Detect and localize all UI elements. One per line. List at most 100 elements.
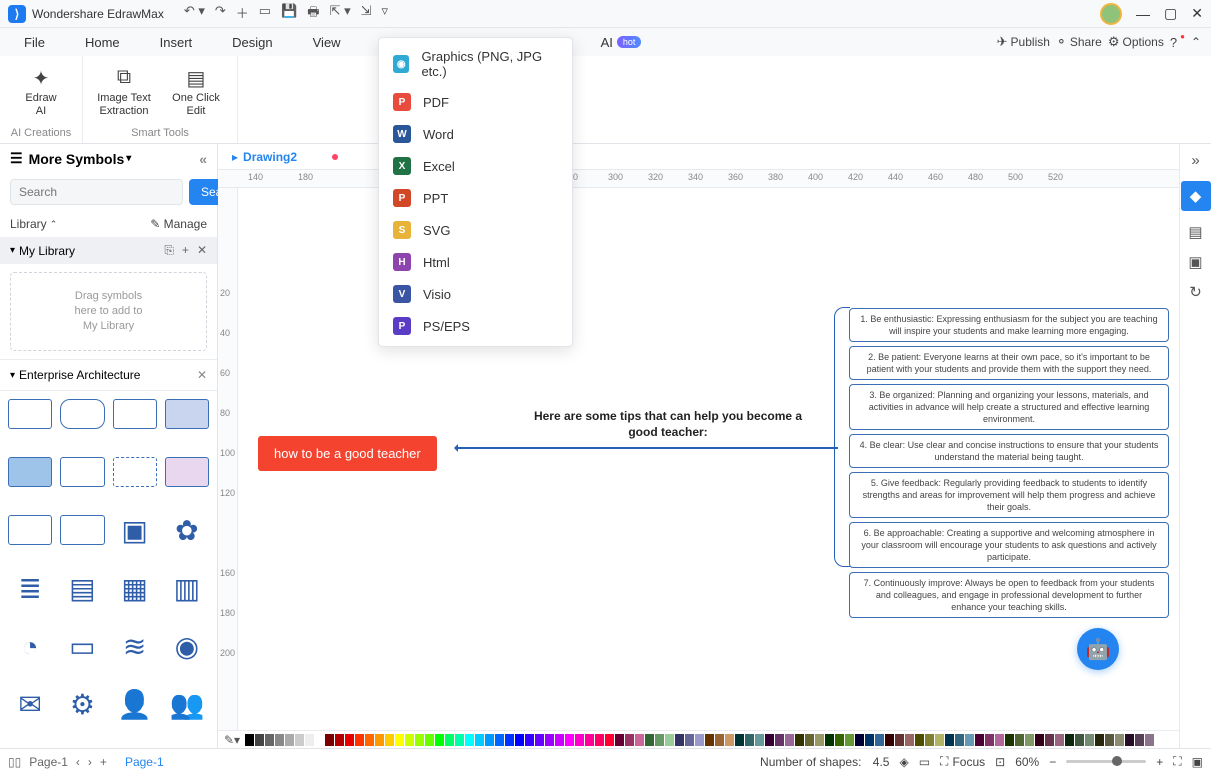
shape-item[interactable]: ▥	[165, 573, 209, 603]
export-excel[interactable]: XExcel	[379, 150, 572, 182]
color-swatch[interactable]	[525, 734, 534, 746]
color-swatch[interactable]	[845, 734, 854, 746]
color-swatch[interactable]	[665, 734, 674, 746]
export-pdf[interactable]: PPDF	[379, 86, 572, 118]
color-swatch[interactable]	[1075, 734, 1084, 746]
color-swatch[interactable]	[415, 734, 424, 746]
close-lib-icon[interactable]: ✕	[197, 243, 207, 258]
export-ppt[interactable]: PPPT	[379, 182, 572, 214]
color-swatch[interactable]	[535, 734, 544, 746]
color-swatch[interactable]	[335, 734, 344, 746]
tip-node[interactable]: 2. Be patient: Everyone learns at their …	[849, 346, 1169, 380]
color-swatch[interactable]	[865, 734, 874, 746]
menu-icon[interactable]: ☰	[10, 150, 23, 167]
shape-item[interactable]: 👥	[165, 690, 209, 720]
ai-assistant-bubble[interactable]: 🤖	[1077, 628, 1119, 670]
mindmap-center-text[interactable]: Here are some tips that can help you bec…	[518, 408, 818, 440]
color-swatch[interactable]	[585, 734, 594, 746]
menu-home[interactable]: Home	[65, 35, 140, 50]
color-swatch[interactable]	[795, 734, 804, 746]
export-graphics[interactable]: ◉Graphics (PNG, JPG etc.)	[379, 42, 572, 86]
color-swatch[interactable]	[1015, 734, 1024, 746]
color-swatch[interactable]	[405, 734, 414, 746]
color-swatch[interactable]	[955, 734, 964, 746]
zoom-slider[interactable]	[1066, 760, 1146, 763]
color-swatch[interactable]	[1035, 734, 1044, 746]
shape-item[interactable]: ▤	[60, 573, 104, 603]
color-swatch[interactable]	[1085, 734, 1094, 746]
color-swatch[interactable]	[835, 734, 844, 746]
color-swatch[interactable]	[1105, 734, 1114, 746]
menu-file[interactable]: File	[4, 35, 65, 50]
zoom-value[interactable]: 60%	[1015, 755, 1039, 769]
canvas[interactable]: 20 40 60 80 100 120 160 180 200 how to b…	[218, 188, 1179, 730]
shape-item[interactable]	[60, 457, 104, 487]
edraw-ai-button[interactable]: ✦ Edraw AI	[8, 60, 74, 125]
shape-item[interactable]: ▦	[113, 573, 157, 603]
import-icon[interactable]: ⇲	[361, 3, 372, 25]
zoom-in-icon[interactable]: +	[1156, 755, 1163, 769]
fit-icon[interactable]: ⊡	[995, 755, 1005, 769]
shape-item[interactable]: ≋	[113, 632, 157, 662]
color-swatch[interactable]	[515, 734, 524, 746]
color-swatch[interactable]	[315, 734, 324, 746]
presentation-icon[interactable]: ▭	[919, 755, 930, 769]
color-swatch[interactable]	[595, 734, 604, 746]
color-swatch[interactable]	[495, 734, 504, 746]
color-swatch[interactable]	[565, 734, 574, 746]
eyedropper-icon[interactable]: ✎▾	[224, 733, 240, 747]
help-button[interactable]: ?●	[1170, 35, 1185, 50]
open-icon[interactable]: ▭	[259, 3, 271, 25]
page-indicator[interactable]: Page-1	[125, 755, 164, 769]
shape-item[interactable]	[165, 457, 209, 487]
focus-button[interactable]: ⛶Focus	[940, 754, 985, 769]
color-swatch[interactable]	[945, 734, 954, 746]
color-swatch[interactable]	[465, 734, 474, 746]
color-swatch[interactable]	[925, 734, 934, 746]
page-add-icon[interactable]: +	[100, 755, 107, 769]
shape-item[interactable]	[8, 399, 52, 429]
export-svg[interactable]: SSVG	[379, 214, 572, 246]
color-swatch[interactable]	[435, 734, 444, 746]
more-symbols-label[interactable]: More Symbols	[29, 151, 125, 167]
collapse-ribbon-icon[interactable]: ⌃	[1191, 35, 1201, 49]
menu-design[interactable]: Design	[212, 35, 292, 50]
new-icon[interactable]: ＋	[236, 3, 249, 25]
export-pseps[interactable]: PPS/EPS	[379, 310, 572, 342]
menu-view[interactable]: View	[293, 35, 361, 50]
color-swatch[interactable]	[475, 734, 484, 746]
shape-item[interactable]: ⚙	[60, 690, 104, 720]
user-avatar[interactable]	[1100, 3, 1122, 25]
tip-node[interactable]: 3. Be organized: Planning and organizing…	[849, 384, 1169, 430]
shape-item[interactable]: ◉	[165, 632, 209, 662]
color-swatch[interactable]	[575, 734, 584, 746]
color-swatch[interactable]	[365, 734, 374, 746]
color-swatch[interactable]	[975, 734, 984, 746]
color-swatch[interactable]	[385, 734, 394, 746]
history-panel-icon[interactable]: ↻	[1189, 283, 1202, 301]
color-swatch[interactable]	[1135, 734, 1144, 746]
export-word[interactable]: WWord	[379, 118, 572, 150]
color-swatch[interactable]	[995, 734, 1004, 746]
layers-icon[interactable]: ◈	[899, 755, 908, 769]
shape-item[interactable]	[113, 457, 157, 487]
shape-item[interactable]: 👤	[113, 690, 157, 720]
fullscreen-icon[interactable]: ⛶	[1173, 754, 1181, 769]
enterprise-architecture-section[interactable]: ▾Enterprise Architecture ✕	[0, 359, 217, 391]
color-swatch[interactable]	[1125, 734, 1134, 746]
tip-node[interactable]: 6. Be approachable: Creating a supportiv…	[849, 522, 1169, 568]
color-swatch[interactable]	[985, 734, 994, 746]
color-swatch[interactable]	[705, 734, 714, 746]
my-library-section[interactable]: ▾My Library ⎘ + ✕	[0, 237, 217, 264]
color-swatch[interactable]	[715, 734, 724, 746]
add-lib-icon[interactable]: +	[182, 243, 189, 258]
color-swatch[interactable]	[265, 734, 274, 746]
color-swatch[interactable]	[1095, 734, 1104, 746]
import-lib-icon[interactable]: ⎘	[164, 243, 174, 258]
color-swatch[interactable]	[605, 734, 614, 746]
menu-ai[interactable]: AI hot	[581, 35, 662, 50]
shape-item[interactable]	[60, 399, 104, 429]
library-drop-zone[interactable]: Drag symbols here to add to My Library	[10, 272, 207, 351]
mindmap-root-node[interactable]: how to be a good teacher	[258, 436, 437, 471]
shape-item[interactable]: ◔	[8, 632, 52, 662]
